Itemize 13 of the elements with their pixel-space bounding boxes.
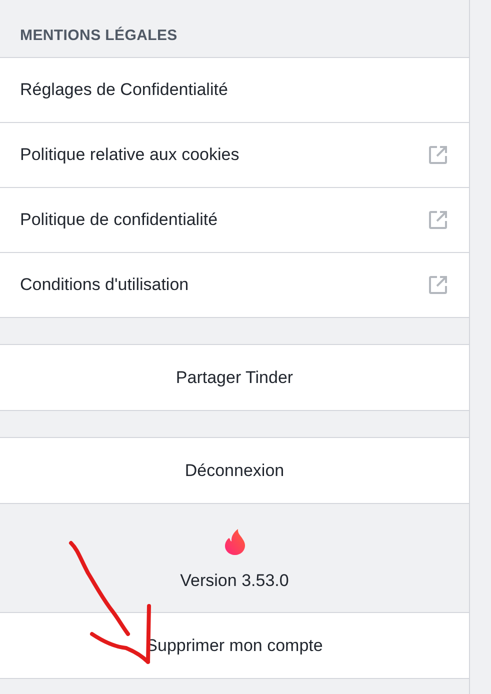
action-button[interactable]: Partager Tinder bbox=[0, 345, 469, 410]
external-link-icon bbox=[428, 275, 448, 295]
flame-logo-icon bbox=[222, 528, 246, 555]
version-text: Version 3.53.0 bbox=[180, 571, 289, 591]
settings-link[interactable]: Politique relative aux cookies bbox=[0, 123, 469, 187]
action-button[interactable]: Supprimer mon compte bbox=[0, 613, 469, 678]
section-heading: MENTIONS LÉGALES bbox=[20, 27, 178, 44]
settings-link[interactable]: Conditions d'utilisation bbox=[0, 253, 469, 317]
external-link-icon bbox=[428, 210, 448, 230]
action-button[interactable]: Déconnexion bbox=[0, 438, 469, 503]
settings-link[interactable]: Politique de confidentialité bbox=[0, 188, 469, 252]
settings-link[interactable]: Réglages de Confidentialité bbox=[0, 58, 469, 122]
external-link-icon bbox=[428, 145, 448, 165]
